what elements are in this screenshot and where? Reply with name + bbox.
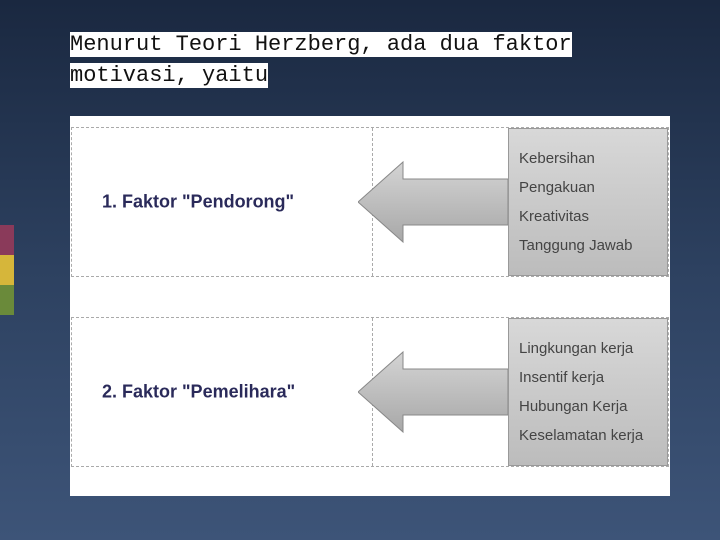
list-item: Hubungan Kerja [509, 392, 667, 421]
factor-row-2: 2. Faktor "Pemelihara" Lingkungan kerja … [71, 317, 669, 467]
factor-list-2: Lingkungan kerja Insentif kerja Hubungan… [508, 318, 668, 466]
list-item: Tanggung Jawab [509, 231, 667, 260]
arrow-left-icon [358, 157, 508, 247]
list-item: Pengakuan [509, 173, 667, 202]
list-item: Kreativitas [509, 202, 667, 231]
diagram: 1. Faktor "Pendorong" Kebersihan Pengaku… [70, 116, 670, 496]
accent-bar [0, 225, 14, 315]
list-item: Lingkungan kerja [509, 334, 667, 363]
arrow-left-icon [358, 347, 508, 437]
factor-list-1: Kebersihan Pengakuan Kreativitas Tanggun… [508, 128, 668, 276]
factor-label-2: 2. Faktor "Pemelihara" [102, 381, 295, 402]
factor-label-1: 1. Faktor "Pendorong" [102, 191, 294, 212]
list-item: Kebersihan [509, 144, 667, 173]
list-item: Keselamatan kerja [509, 421, 667, 450]
slide-title: Menurut Teori Herzberg, ada dua faktor m… [70, 32, 572, 88]
factor-row-1: 1. Faktor "Pendorong" Kebersihan Pengaku… [71, 127, 669, 277]
slide-content: Menurut Teori Herzberg, ada dua faktor m… [0, 0, 720, 516]
list-item: Insentif kerja [509, 363, 667, 392]
